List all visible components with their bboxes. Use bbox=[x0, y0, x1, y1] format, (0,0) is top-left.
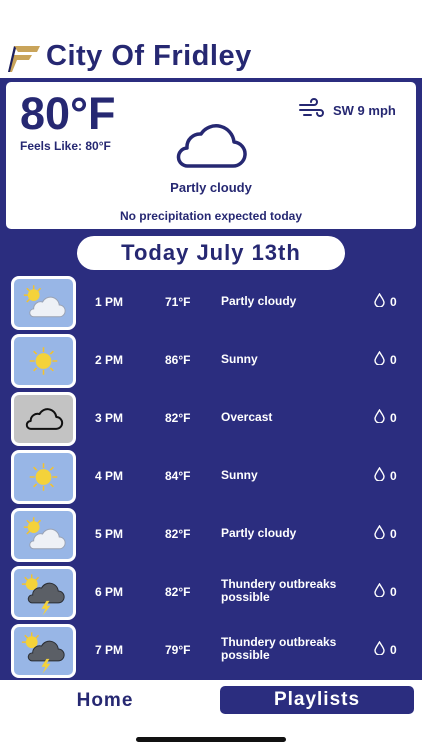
hour-condition: Thundery outbreaks possible bbox=[221, 635, 337, 662]
current-temperature: 80°F bbox=[20, 88, 116, 139]
wind-readout: SW 9 mph bbox=[333, 103, 396, 118]
hour-condition: Overcast bbox=[221, 410, 273, 424]
current-conditions-card: 80°F Feels Like: 80°F SW 9 mph Partly cl… bbox=[6, 82, 416, 229]
hour-time: 3 PM bbox=[95, 411, 124, 425]
raindrop-icon bbox=[374, 583, 385, 597]
hourly-row: 3 PM 82°F Overcast 0 bbox=[0, 390, 422, 448]
hour-condition: Partly cloudy bbox=[221, 526, 297, 540]
hour-time: 2 PM bbox=[95, 353, 124, 367]
thunder-icon bbox=[11, 566, 76, 620]
sunny-icon bbox=[11, 334, 76, 388]
home-indicator[interactable] bbox=[136, 737, 286, 742]
hour-precipitation: 0 bbox=[390, 585, 397, 599]
hour-precipitation: 0 bbox=[390, 295, 397, 309]
current-condition: Partly cloudy bbox=[170, 180, 252, 195]
partly-cloudy-icon bbox=[11, 508, 76, 562]
hour-time: 1 PM bbox=[95, 295, 124, 309]
precipitation-note: No precipitation expected today bbox=[119, 209, 303, 223]
hour-precipitation: 0 bbox=[390, 469, 397, 483]
hour-temperature: 79°F bbox=[165, 643, 191, 657]
fridley-f-logo-icon bbox=[8, 46, 40, 72]
raindrop-icon bbox=[374, 467, 385, 481]
weather-panel: 80°F Feels Like: 80°F SW 9 mph Partly cl… bbox=[0, 78, 422, 680]
wind-icon bbox=[299, 98, 324, 117]
raindrop-icon bbox=[374, 351, 385, 365]
hourly-row: 7 PM 79°F Thundery outbreaks possible 0 bbox=[0, 622, 422, 680]
cloud-icon bbox=[176, 124, 247, 168]
hour-precipitation: 0 bbox=[390, 353, 397, 367]
app-header: City Of Fridley bbox=[0, 0, 422, 78]
hourly-row: 4 PM 84°F Sunny 0 bbox=[0, 448, 422, 506]
sunny-icon bbox=[11, 450, 76, 504]
playlists-tab[interactable]: Playlists bbox=[220, 686, 414, 714]
thunder-icon bbox=[11, 624, 76, 678]
hourly-row: 5 PM 82°F Partly cloudy 0 bbox=[0, 506, 422, 564]
hour-condition: Thundery outbreaks possible bbox=[221, 577, 337, 604]
city-title: City Of Fridley bbox=[46, 40, 252, 72]
overcast-icon bbox=[11, 392, 76, 446]
feels-like-label: Feels Like: 80°F bbox=[20, 139, 111, 153]
hour-time: 4 PM bbox=[95, 469, 124, 483]
raindrop-icon bbox=[374, 525, 385, 539]
hourly-row: 6 PM 82°F Thundery outbreaks possible 0 bbox=[0, 564, 422, 622]
hour-precipitation: 0 bbox=[390, 527, 397, 541]
raindrop-icon bbox=[374, 641, 385, 655]
partly-cloudy-icon bbox=[11, 276, 76, 330]
bottom-nav: Home Playlists bbox=[0, 680, 422, 750]
date-banner: Today July 13th bbox=[77, 236, 345, 270]
raindrop-icon bbox=[374, 409, 385, 423]
hour-time: 6 PM bbox=[95, 585, 124, 599]
hour-precipitation: 0 bbox=[390, 643, 397, 657]
hour-temperature: 82°F bbox=[165, 585, 191, 599]
home-tab[interactable]: Home bbox=[8, 687, 202, 715]
hour-temperature: 82°F bbox=[165, 411, 191, 425]
hour-temperature: 86°F bbox=[165, 353, 191, 367]
hour-condition: Sunny bbox=[221, 468, 258, 482]
hour-temperature: 71°F bbox=[165, 295, 191, 309]
hour-temperature: 82°F bbox=[165, 527, 191, 541]
hour-precipitation: 0 bbox=[390, 411, 397, 425]
hour-temperature: 84°F bbox=[165, 469, 191, 483]
hourly-row: 2 PM 86°F Sunny 0 bbox=[0, 332, 422, 390]
raindrop-icon bbox=[374, 293, 385, 307]
hour-time: 7 PM bbox=[95, 643, 124, 657]
hourly-row: 1 PM 71°F Partly cloudy 0 bbox=[0, 274, 422, 332]
hour-time: 5 PM bbox=[95, 527, 124, 541]
hour-condition: Partly cloudy bbox=[221, 294, 297, 308]
hour-condition: Sunny bbox=[221, 352, 258, 366]
